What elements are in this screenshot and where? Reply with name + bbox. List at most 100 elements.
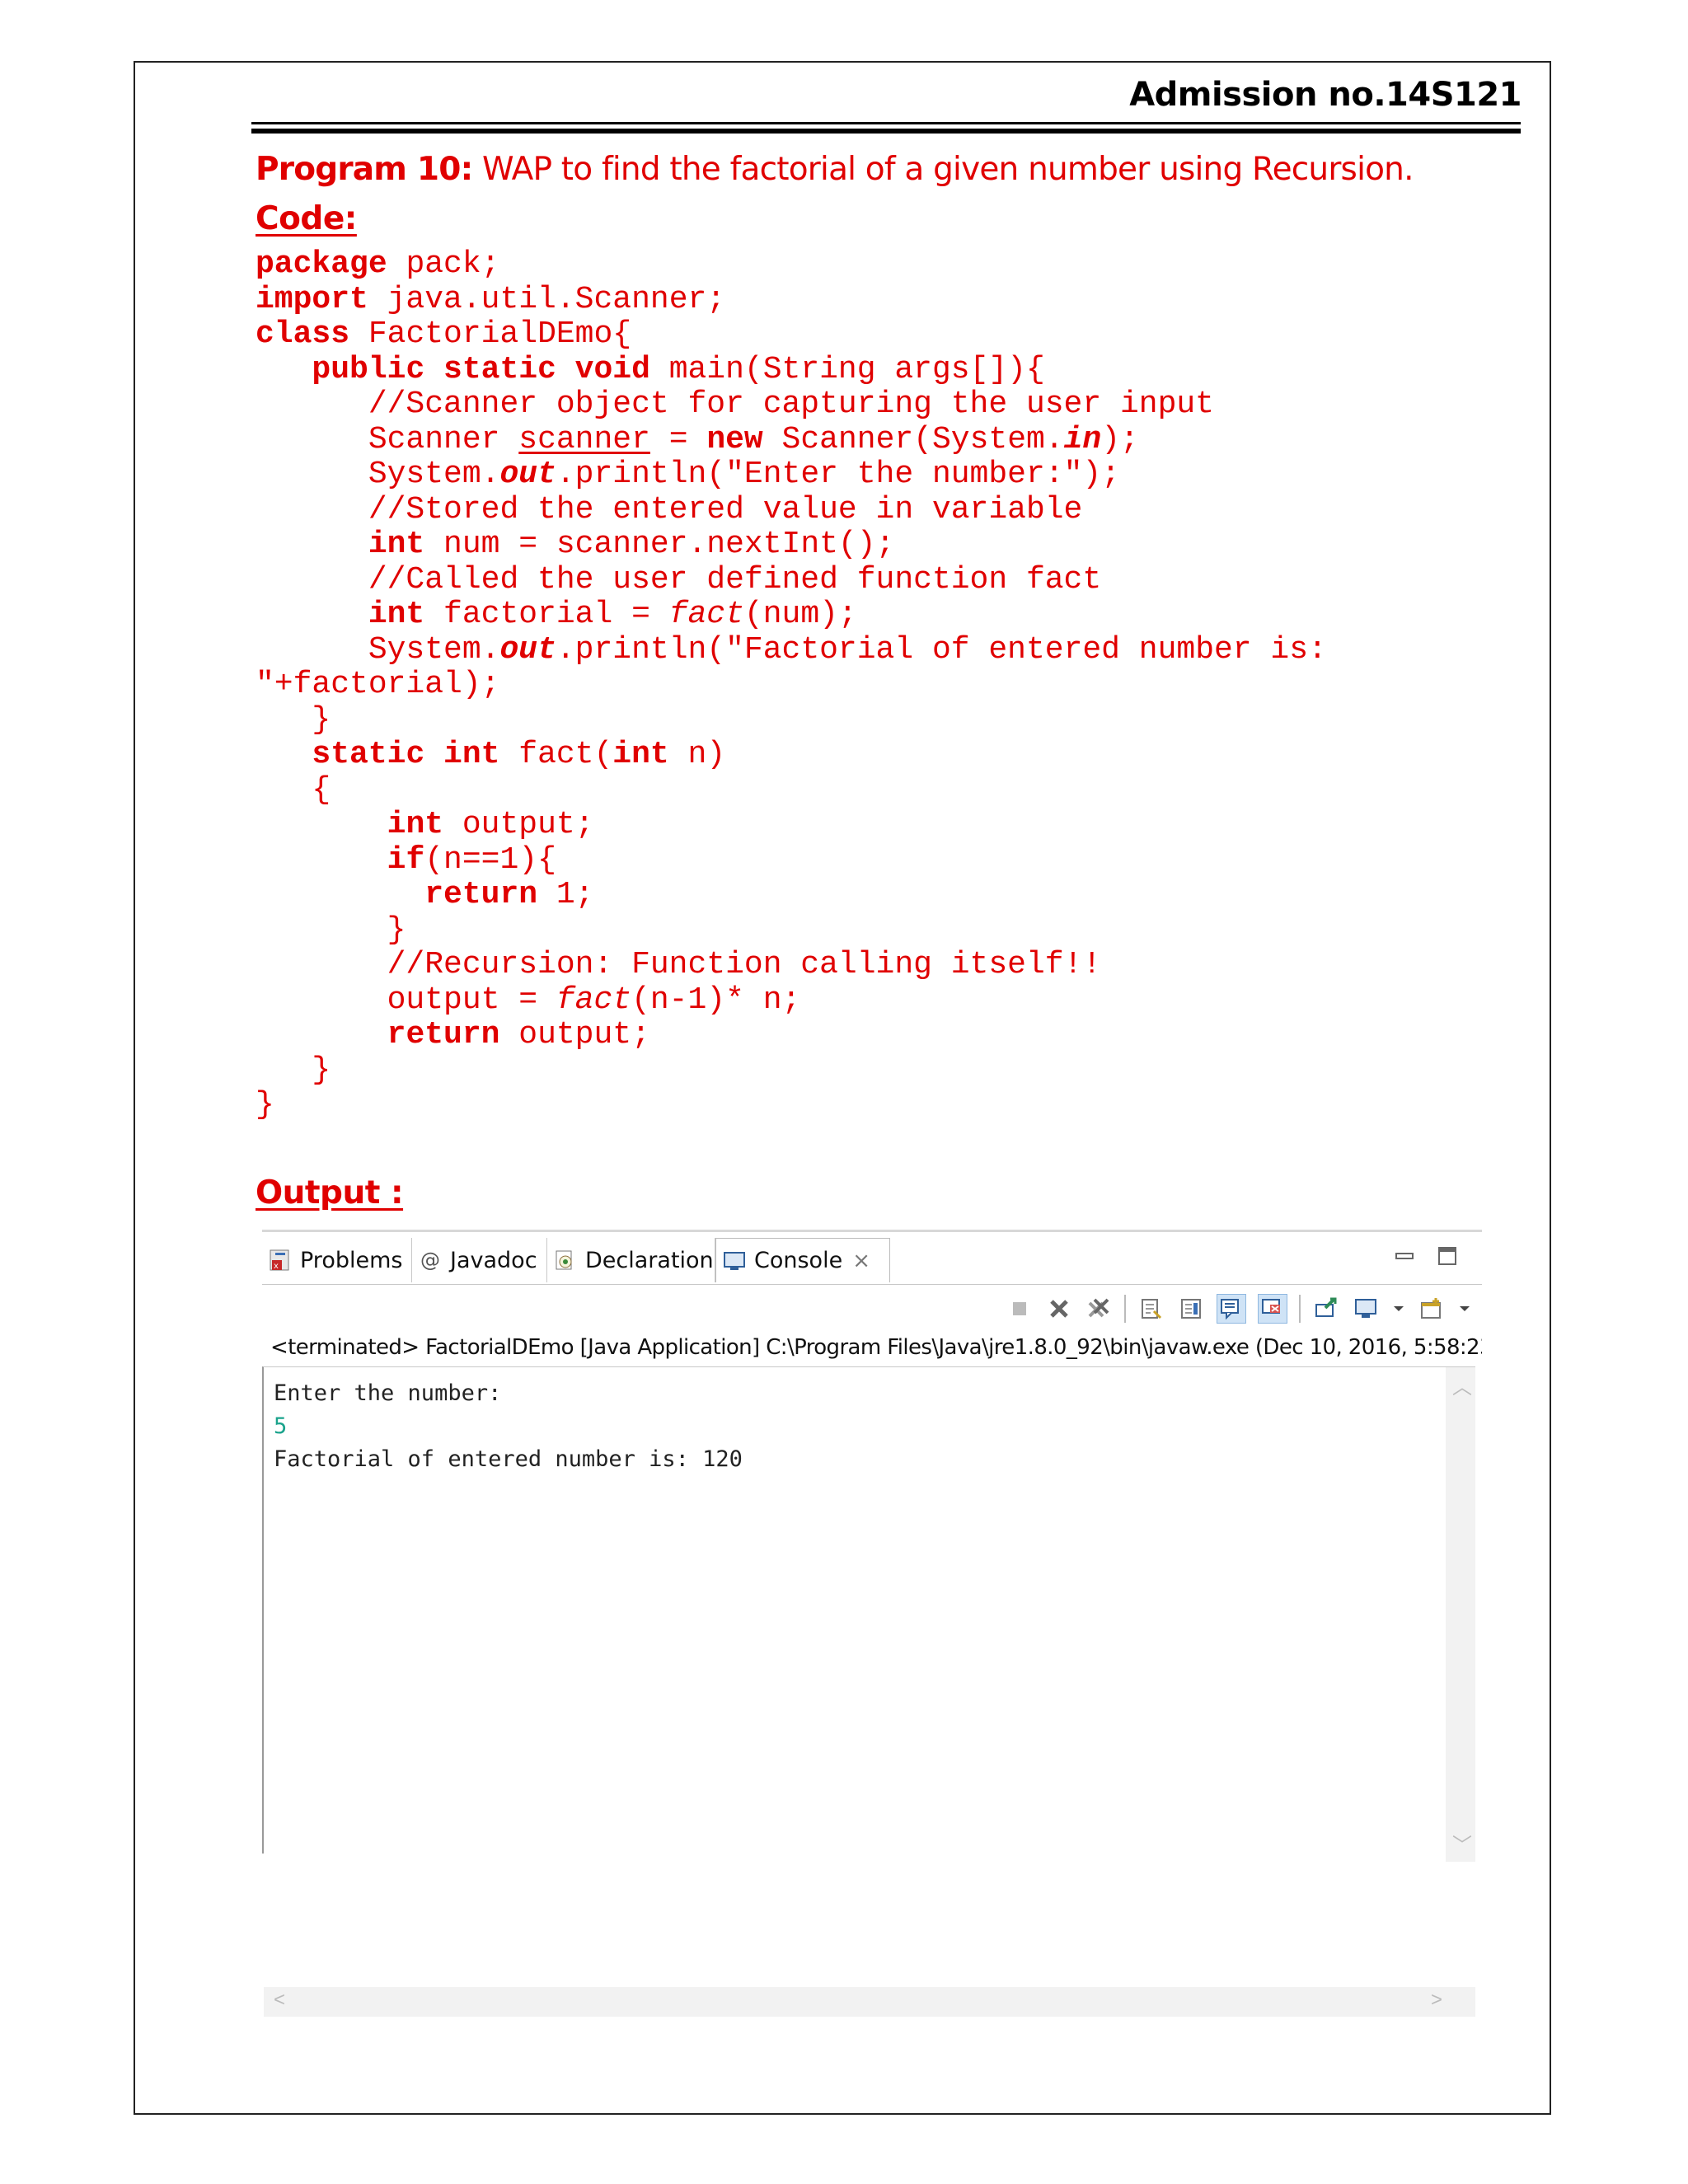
code-token: System. xyxy=(256,631,500,668)
scroll-up-icon[interactable]: ︿ xyxy=(1452,1371,1472,1399)
code-token: .println("Factorial of entered number is… xyxy=(556,631,1327,668)
code-line: Scanner scanner = new Scanner(System.in)… xyxy=(256,422,1139,457)
scroll-left-icon[interactable]: < xyxy=(274,1989,285,2012)
header-rule-thick xyxy=(251,129,1521,134)
program-title: Program 10: WAP to find the factorial of… xyxy=(256,151,1414,188)
code-token: Scanner(System. xyxy=(762,421,1064,457)
code-line: "+factorial); xyxy=(256,667,499,702)
open-console-icon[interactable] xyxy=(1418,1295,1446,1323)
scroll-lock-icon[interactable] xyxy=(1177,1295,1205,1323)
code-line: output = fact(n-1)* n; xyxy=(256,982,801,1018)
code-token: int xyxy=(368,527,425,562)
vertical-scrollbar[interactable]: ︿ ﹀ xyxy=(1446,1367,1475,1862)
chevron-down-icon[interactable] xyxy=(1391,1295,1406,1323)
code-token: java.util.Scanner; xyxy=(368,281,726,317)
code-line: int factorial = fact(num); xyxy=(256,597,857,632)
horizontal-scrollbar[interactable]: < > xyxy=(264,1987,1475,2017)
code-token: } xyxy=(256,701,331,738)
code-token: n) xyxy=(668,737,726,772)
show-console-error-icon[interactable] xyxy=(1258,1294,1287,1324)
console-tabbar: x Problems @ Javadoc Declaration Console… xyxy=(262,1233,1482,1285)
code-line: //Stored the entered value in variable xyxy=(256,492,1083,527)
code-token: output = xyxy=(256,982,556,1018)
code-token: .println("Enter the number:"); xyxy=(556,457,1120,492)
code-token: out xyxy=(499,457,556,492)
code-token: public static void xyxy=(312,351,650,387)
remove-all-icon[interactable] xyxy=(1085,1295,1113,1323)
code-token: "+factorial); xyxy=(256,667,500,702)
code-line: } xyxy=(256,912,406,948)
console-output: Enter the number: 5 Factorial of entered… xyxy=(274,1377,743,1476)
code-line: } xyxy=(256,702,331,738)
code-token: fact xyxy=(668,597,744,632)
console-output-line: Enter the number: xyxy=(274,1380,502,1406)
clear-console-icon[interactable] xyxy=(1137,1295,1165,1323)
terminate-icon[interactable] xyxy=(1006,1295,1034,1323)
tab-javadoc[interactable]: @ Javadoc xyxy=(412,1238,547,1282)
window-buttons xyxy=(1395,1246,1457,1270)
code-line: //Scanner object for capturing the user … xyxy=(256,387,1214,422)
code-token: fact xyxy=(556,982,632,1018)
code-token: = xyxy=(649,421,707,457)
code-token: static int xyxy=(312,737,500,772)
code-line: return output; xyxy=(256,1017,650,1052)
code-block: package pack; import java.util.Scanner; … xyxy=(256,246,1327,1123)
code-heading: Code: xyxy=(256,200,357,237)
code-line: System.out.println("Enter the number:"); xyxy=(256,457,1120,492)
chevron-down-icon[interactable] xyxy=(1457,1295,1472,1323)
code-token: pack; xyxy=(387,246,500,282)
display-console-icon[interactable] xyxy=(1352,1295,1380,1323)
tab-problems[interactable]: x Problems xyxy=(262,1238,412,1282)
output-heading: Output : xyxy=(256,1174,404,1212)
code-line: //Recursion: Function calling itself!! xyxy=(256,947,1102,982)
code-token: output; xyxy=(443,807,594,842)
pin-console-icon[interactable] xyxy=(1312,1295,1340,1323)
code-token: int xyxy=(612,737,669,772)
scroll-down-icon[interactable]: ﹀ xyxy=(1452,1829,1472,1858)
remove-launch-icon[interactable] xyxy=(1045,1295,1073,1323)
minimize-icon[interactable] xyxy=(1395,1246,1414,1270)
code-token: int xyxy=(387,807,444,842)
code-token: System. xyxy=(256,457,500,492)
console-output-line: Factorial of entered number is: 120 xyxy=(274,1446,743,1472)
console-user-input: 5 xyxy=(274,1413,288,1439)
code-token: int xyxy=(368,597,425,632)
code-token: Scanner xyxy=(256,421,519,457)
code-token: } xyxy=(256,912,406,948)
scroll-right-icon[interactable]: > xyxy=(1431,1989,1442,2012)
show-console-output-icon[interactable] xyxy=(1217,1294,1246,1324)
code-line: int num = scanner.nextInt(); xyxy=(256,527,895,562)
tab-javadoc-label: Javadoc xyxy=(450,1247,537,1273)
code-token: 1; xyxy=(537,877,594,912)
code-line: public static void main(String args[]){ xyxy=(256,351,1044,387)
code-token: in xyxy=(1063,421,1102,457)
code-token: (num); xyxy=(743,597,857,632)
code-token: fact( xyxy=(499,737,613,772)
code-line: import java.util.Scanner; xyxy=(256,282,725,317)
admission-number: Admission no.14S121 xyxy=(1129,76,1522,114)
code-line: //Called the user defined function fact xyxy=(256,562,1101,598)
code-line: System.out.println("Factorial of entered… xyxy=(256,632,1327,668)
console-output-area[interactable]: Enter the number: 5 Factorial of entered… xyxy=(262,1366,1475,2017)
code-token: } xyxy=(256,1052,331,1088)
code-token: (n-1)* n; xyxy=(631,982,801,1018)
at-icon: @ xyxy=(420,1249,440,1272)
tab-declaration[interactable]: Declaration xyxy=(547,1238,715,1282)
console-toolbar xyxy=(1006,1284,1482,1333)
close-icon[interactable]: ⨯ xyxy=(852,1249,870,1273)
code-token: return xyxy=(387,1017,500,1052)
code-line: package pack; xyxy=(256,246,499,282)
code-token: //Recursion: Function calling itself!! xyxy=(256,947,1102,982)
tab-problems-label: Problems xyxy=(300,1247,403,1273)
console-status: <terminated> FactorialDEmo [Java Applica… xyxy=(270,1335,1482,1360)
tab-console[interactable]: Console ⨯ xyxy=(715,1238,890,1282)
maximize-icon[interactable] xyxy=(1437,1246,1457,1270)
code-token: //Called the user defined function fact xyxy=(256,561,1102,598)
svg-text:x: x xyxy=(274,1262,279,1271)
tab-console-label: Console xyxy=(754,1248,843,1273)
